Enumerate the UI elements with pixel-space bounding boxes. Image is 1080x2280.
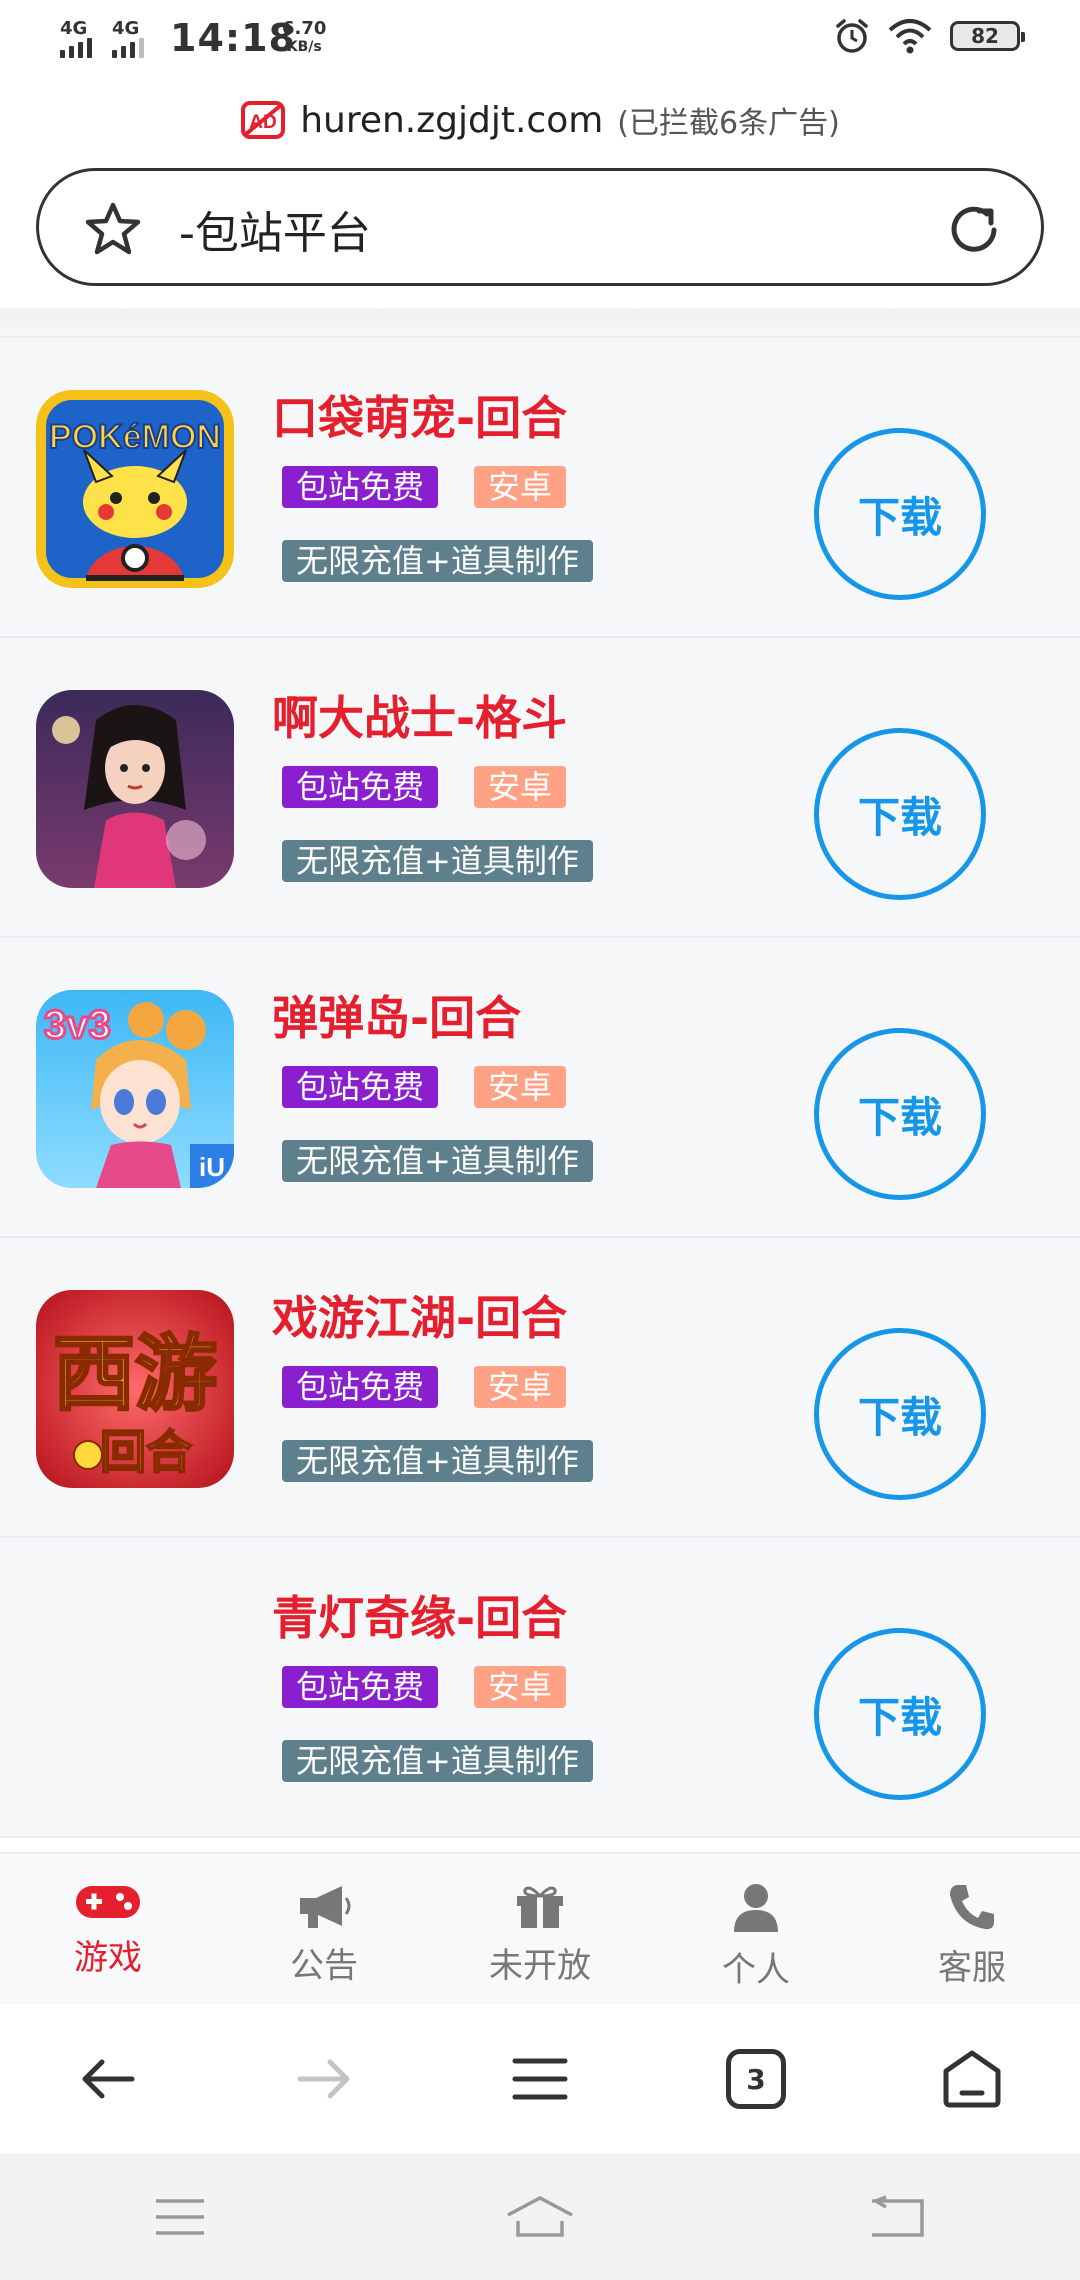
svg-text:3v3: 3v3 [44, 1003, 111, 1047]
gamepad-icon [76, 1886, 140, 1918]
download-button[interactable]: 下载 [814, 428, 986, 600]
game-icon-pokemon[interactable]: POKéMON [36, 390, 234, 588]
battery-icon: 82 [950, 21, 1025, 51]
tab-games[interactable]: 游戏 [0, 1854, 216, 2004]
tag-feature: 无限充值+道具制作 [282, 540, 593, 582]
megaphone-icon [300, 1886, 351, 1928]
game-title[interactable]: 青灯奇缘-回合 [272, 1582, 567, 1648]
list-item[interactable]: 西游 回合 戏游江湖-回合 包站免费 安卓 无限充值+道具制作 下载 [0, 1238, 1080, 1538]
game-title[interactable]: 弹弹岛-回合 [272, 982, 521, 1048]
url-domain[interactable]: huren.zgjdjt.com [300, 100, 603, 141]
menu-icon [512, 2058, 568, 2100]
tab-label: 个人 [722, 1950, 790, 1990]
system-home-button[interactable] [485, 2162, 595, 2272]
tag-platform: 安卓 [474, 1666, 567, 1708]
tag-platform: 安卓 [474, 1366, 567, 1408]
list-item[interactable]: 啊大战士-格斗 包站免费 安卓 无限充值+道具制作 下载 [0, 638, 1080, 938]
recent-apps-icon [156, 2199, 204, 2235]
signal-icon-1: 4G [60, 18, 92, 58]
list-item[interactable]: 3v3 iU 弹弹岛-回合 包站免费 安卓 无限充值+道具制作 下载 [0, 938, 1080, 1238]
game-icon-xiyou[interactable]: 西游 回合 [36, 1290, 234, 1488]
home-button[interactable] [917, 2024, 1027, 2134]
tabs-button[interactable]: 3 [701, 2024, 811, 2134]
game-title[interactable]: 啊大战士-格斗 [272, 682, 567, 748]
system-back-button[interactable] [845, 2162, 955, 2272]
phone-icon [950, 1885, 994, 1930]
search-box[interactable]: -包站平台 [36, 168, 1044, 286]
gift-icon [517, 1886, 563, 1928]
svg-text:回合: 回合 [100, 1425, 192, 1479]
download-button[interactable]: 下载 [814, 1628, 986, 1800]
alarm-icon [836, 19, 868, 53]
clock: 14:18 [170, 16, 296, 60]
ad-blocked-note: (已拦截6条广告) [617, 106, 840, 141]
ad-block-icon[interactable]: AD [240, 100, 286, 140]
tab-support[interactable]: 客服 [864, 1854, 1080, 2004]
refresh-icon[interactable] [945, 201, 1003, 259]
game-icon-warrior[interactable] [36, 690, 234, 888]
system-back-icon [872, 2195, 924, 2237]
system-nav-bar [0, 2154, 1080, 2280]
browser-toolbar: 3 [0, 2004, 1080, 2154]
star-icon[interactable] [83, 201, 143, 257]
recent-apps-button[interactable] [125, 2162, 235, 2272]
tag-platform: 安卓 [474, 466, 567, 508]
back-button[interactable] [53, 2024, 163, 2134]
game-icon-placeholder[interactable] [36, 1590, 234, 1788]
tag-platform: 安卓 [474, 1066, 567, 1108]
download-button[interactable]: 下载 [814, 1328, 986, 1500]
svg-text:POKéMON: POKéMON [49, 418, 221, 456]
list-top-divider [0, 308, 1080, 338]
game-title[interactable]: 戏游江湖-回合 [272, 1282, 567, 1348]
download-button[interactable]: 下载 [814, 728, 986, 900]
status-bar: 4G 4G 14:18 6.70 KB/s 82 [0, 0, 1080, 80]
tag-feature: 无限充值+道具制作 [282, 1440, 593, 1482]
list-item[interactable]: POKéMON 口袋萌宠-回合 包站免费 安卓 无限充值+道具制作 下载 [0, 338, 1080, 638]
home-icon [943, 2050, 1001, 2108]
network-speed: 6.70 KB/s [282, 18, 327, 56]
person-icon [734, 1884, 778, 1932]
svg-text:西游: 西游 [53, 1327, 217, 1422]
game-title[interactable]: 口袋萌宠-回合 [272, 382, 567, 448]
tab-label: 游戏 [74, 1938, 142, 1978]
tab-label: 未开放 [489, 1946, 591, 1986]
download-button[interactable]: 下载 [814, 1028, 986, 1200]
menu-button[interactable] [485, 2024, 595, 2134]
search-query[interactable]: -包站平台 [179, 197, 371, 261]
tag-free: 包站免费 [282, 1666, 439, 1708]
tab-label: 客服 [938, 1948, 1006, 1988]
tag-platform: 安卓 [474, 766, 567, 808]
game-icon-3v3[interactable]: 3v3 iU [36, 990, 234, 1188]
tab-unopened[interactable]: 未开放 [432, 1854, 648, 2004]
wifi-icon [888, 19, 932, 54]
svg-text:iU: iU [199, 1152, 225, 1182]
bottom-tab-bar: 游戏 公告 未开放 个人 客服 [0, 1852, 1080, 2004]
tag-free: 包站免费 [282, 1366, 439, 1408]
game-list: POKéMON 口袋萌宠-回合 包站免费 安卓 无限充值+道具制作 下载 啊大战… [0, 338, 1080, 1838]
tag-free: 包站免费 [282, 766, 439, 808]
tag-feature: 无限充值+道具制作 [282, 1740, 593, 1782]
list-item[interactable]: 青灯奇缘-回合 包站免费 安卓 无限充值+道具制作 下载 [0, 1538, 1080, 1838]
tab-profile[interactable]: 个人 [648, 1854, 864, 2004]
signal-icon-2: 4G [112, 18, 144, 58]
tag-free: 包站免费 [282, 1066, 439, 1108]
tab-label: 公告 [290, 1946, 358, 1986]
tag-free: 包站免费 [282, 466, 439, 508]
arrow-right-icon [297, 2059, 350, 2099]
system-home-icon [507, 2196, 573, 2237]
tag-feature: 无限充值+道具制作 [282, 840, 593, 882]
arrow-left-icon [82, 2059, 135, 2099]
url-line[interactable]: AD huren.zgjdjt.com (已拦截6条广告) [0, 90, 1080, 150]
forward-button[interactable] [269, 2024, 379, 2134]
tab-count: 3 [726, 2049, 786, 2109]
tab-announcements[interactable]: 公告 [216, 1854, 432, 2004]
tag-feature: 无限充值+道具制作 [282, 1140, 593, 1182]
